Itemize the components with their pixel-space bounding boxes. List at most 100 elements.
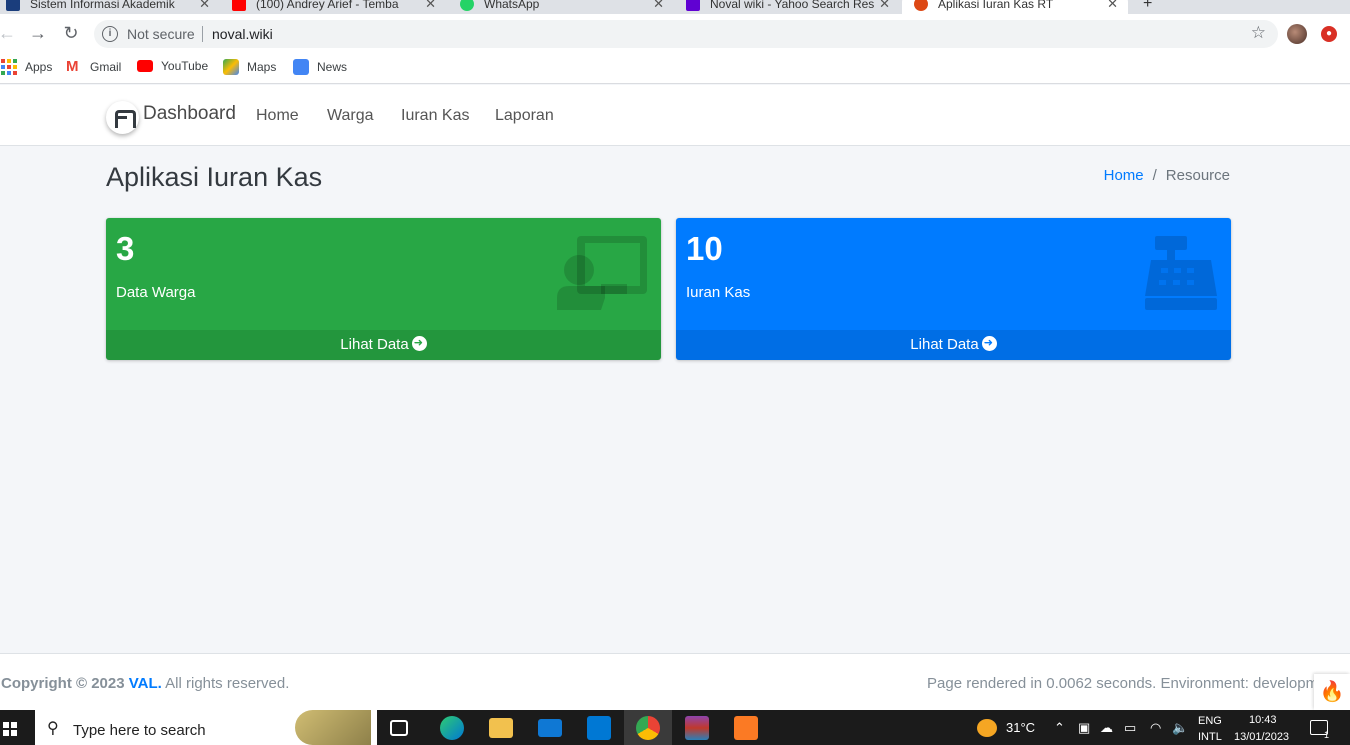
card-iuran-kas: 10 Iuran Kas Lihat Data — [676, 218, 1231, 360]
bookmark-gmail[interactable]: M Gmail — [66, 59, 121, 75]
edge-icon[interactable] — [440, 716, 464, 740]
onedrive-icon[interactable]: ☁ — [1100, 720, 1113, 736]
page-footer: Copyright © 2023 VAL. All rights reserve… — [0, 653, 1350, 710]
bookmark-youtube[interactable]: YouTube — [137, 59, 208, 73]
news-icon — [293, 59, 309, 75]
tab-sistem-akademik[interactable]: Sistem Informasi Akademik ✕ — [6, 0, 220, 14]
tab-title: Noval wiki - Yahoo Search Res — [710, 0, 875, 11]
copyright-prefix: Copyright © 2023 — [1, 675, 125, 692]
breadcrumb: Home / Resource — [1104, 167, 1230, 184]
brand-text[interactable]: Dashboard — [143, 103, 236, 125]
clock-time[interactable]: 10:43 — [1249, 714, 1277, 726]
weather-icon[interactable] — [977, 719, 997, 737]
temperature[interactable]: 31°C — [1006, 720, 1035, 735]
tab-favicon-icon — [914, 0, 928, 11]
bookmark-apps[interactable]: Apps — [1, 59, 52, 75]
chalkboard-teacher-icon — [557, 236, 647, 315]
copyright: Copyright © 2023 VAL. All rights reserve… — [1, 675, 289, 692]
bookmark-maps[interactable]: Maps — [223, 59, 276, 75]
task-view-icon[interactable] — [390, 720, 408, 736]
reload-icon[interactable]: ↻ — [60, 22, 82, 44]
info-icon[interactable]: i — [102, 26, 118, 42]
youtube-icon — [137, 60, 153, 72]
close-icon[interactable]: ✕ — [653, 0, 664, 12]
bookmark-news[interactable]: News — [293, 59, 347, 75]
page-title: Aplikasi Iuran Kas — [106, 162, 323, 192]
bookmark-label: YouTube — [161, 59, 209, 73]
card-count: 10 — [686, 230, 723, 267]
cash-register-icon — [1145, 236, 1217, 315]
chrome-icon[interactable] — [636, 716, 660, 740]
taskbar-search[interactable]: ⚲ Type here to search — [35, 710, 377, 745]
apps-grid-icon — [1, 59, 17, 75]
arrow-circle-right-icon — [981, 335, 997, 351]
close-icon[interactable]: ✕ — [199, 0, 210, 12]
security-label: Not secure — [127, 26, 195, 42]
nav-laporan[interactable]: Laporan — [495, 107, 554, 125]
breadcrumb-home-link[interactable]: Home — [1104, 167, 1144, 184]
vscode-icon[interactable] — [587, 716, 611, 740]
close-icon[interactable]: ✕ — [1107, 0, 1118, 12]
card-footer-link[interactable]: Lihat Data — [106, 330, 661, 360]
card-count: 3 — [116, 230, 135, 267]
close-icon[interactable]: ✕ — [425, 0, 436, 12]
keyboard-layout[interactable]: INTL — [1198, 731, 1222, 743]
bookmark-label: News — [317, 60, 348, 74]
xampp-icon[interactable] — [734, 716, 758, 740]
app-navbar: Dashboard Home Warga Iuran Kas Laporan — [0, 85, 1350, 146]
winrar-icon[interactable] — [685, 716, 709, 740]
bookmark-star-icon[interactable]: ☆ — [1251, 23, 1266, 43]
chevron-up-icon[interactable]: ⌃ — [1054, 720, 1065, 736]
tab-youtube[interactable]: (100) Andrey Arief - Temba ✕ — [232, 0, 446, 14]
tab-yahoo-search[interactable]: Noval wiki - Yahoo Search Res ✕ — [686, 0, 900, 14]
search-icon: ⚲ — [47, 720, 59, 737]
tab-favicon-icon — [6, 0, 20, 11]
tab-strip: Sistem Informasi Akademik ✕ (100) Andrey… — [0, 0, 1350, 14]
extension-icon[interactable]: ● — [1321, 26, 1337, 42]
back-icon[interactable]: ← — [0, 22, 18, 44]
maps-icon — [223, 59, 239, 75]
nav-iuran-kas[interactable]: Iuran Kas — [401, 107, 469, 125]
breadcrumb-separator: / — [1152, 167, 1157, 184]
language-indicator[interactable]: ENG — [1198, 715, 1222, 727]
mail-icon[interactable] — [538, 719, 562, 737]
volume-icon[interactable]: 🔈 — [1172, 720, 1188, 736]
wifi-icon[interactable]: ◠ — [1150, 720, 1161, 736]
tab-aplikasi-iuran[interactable]: Aplikasi Iuran Kas RT ✕ — [902, 0, 1128, 14]
copyright-rights: All rights reserved. — [161, 675, 290, 692]
tab-whatsapp[interactable]: WhatsApp ✕ — [460, 0, 674, 14]
profile-avatar[interactable] — [1287, 24, 1307, 44]
nav-warga[interactable]: Warga — [327, 107, 374, 125]
omnibox-divider — [202, 26, 203, 42]
browser-toolbar: ← → ↻ i Not secure noval.wiki ☆ ● — [0, 14, 1350, 52]
gmail-icon: M — [66, 58, 79, 75]
meet-now-icon[interactable]: ▣ — [1078, 720, 1090, 736]
battery-icon[interactable]: ▭ — [1124, 720, 1136, 736]
arrow-circle-right-icon — [411, 335, 427, 351]
search-placeholder: Type here to search — [73, 722, 206, 739]
debug-toolbar-flame-icon[interactable]: 🔥 — [1314, 674, 1350, 710]
file-explorer-icon[interactable] — [489, 718, 513, 738]
card-footer-label: Lihat Data — [340, 336, 409, 353]
new-tab-label: + — [1143, 0, 1153, 12]
forward-icon[interactable]: → — [27, 22, 49, 44]
url-text[interactable]: noval.wiki — [212, 26, 273, 42]
clock-date[interactable]: 13/01/2023 — [1234, 731, 1289, 743]
search-highlight-image — [295, 710, 371, 745]
tab-favicon-icon — [232, 0, 246, 11]
tab-title: WhatsApp — [484, 0, 540, 11]
brand-logo-icon[interactable] — [106, 101, 139, 134]
footer-brand-link[interactable]: VAL. — [129, 675, 162, 692]
taskbar: ⚲ Type here to search 31°C ⌃ ▣ ☁ ▭ ◠ 🔈 E… — [0, 710, 1350, 745]
card-label: Data Warga — [116, 284, 196, 301]
new-tab-button[interactable]: + — [1143, 0, 1163, 14]
render-info: Page rendered in 0.0062 seconds. Environ… — [927, 675, 1317, 692]
nav-home[interactable]: Home — [256, 107, 299, 125]
address-bar[interactable]: i Not secure noval.wiki ☆ — [94, 20, 1278, 48]
card-data-warga: 3 Data Warga Lihat Data — [106, 218, 661, 360]
windows-start-icon[interactable] — [3, 722, 17, 736]
tab-title: (100) Andrey Arief - Temba — [256, 0, 399, 11]
tab-title: Sistem Informasi Akademik — [30, 0, 175, 11]
card-footer-link[interactable]: Lihat Data — [676, 330, 1231, 360]
close-icon[interactable]: ✕ — [879, 0, 890, 12]
